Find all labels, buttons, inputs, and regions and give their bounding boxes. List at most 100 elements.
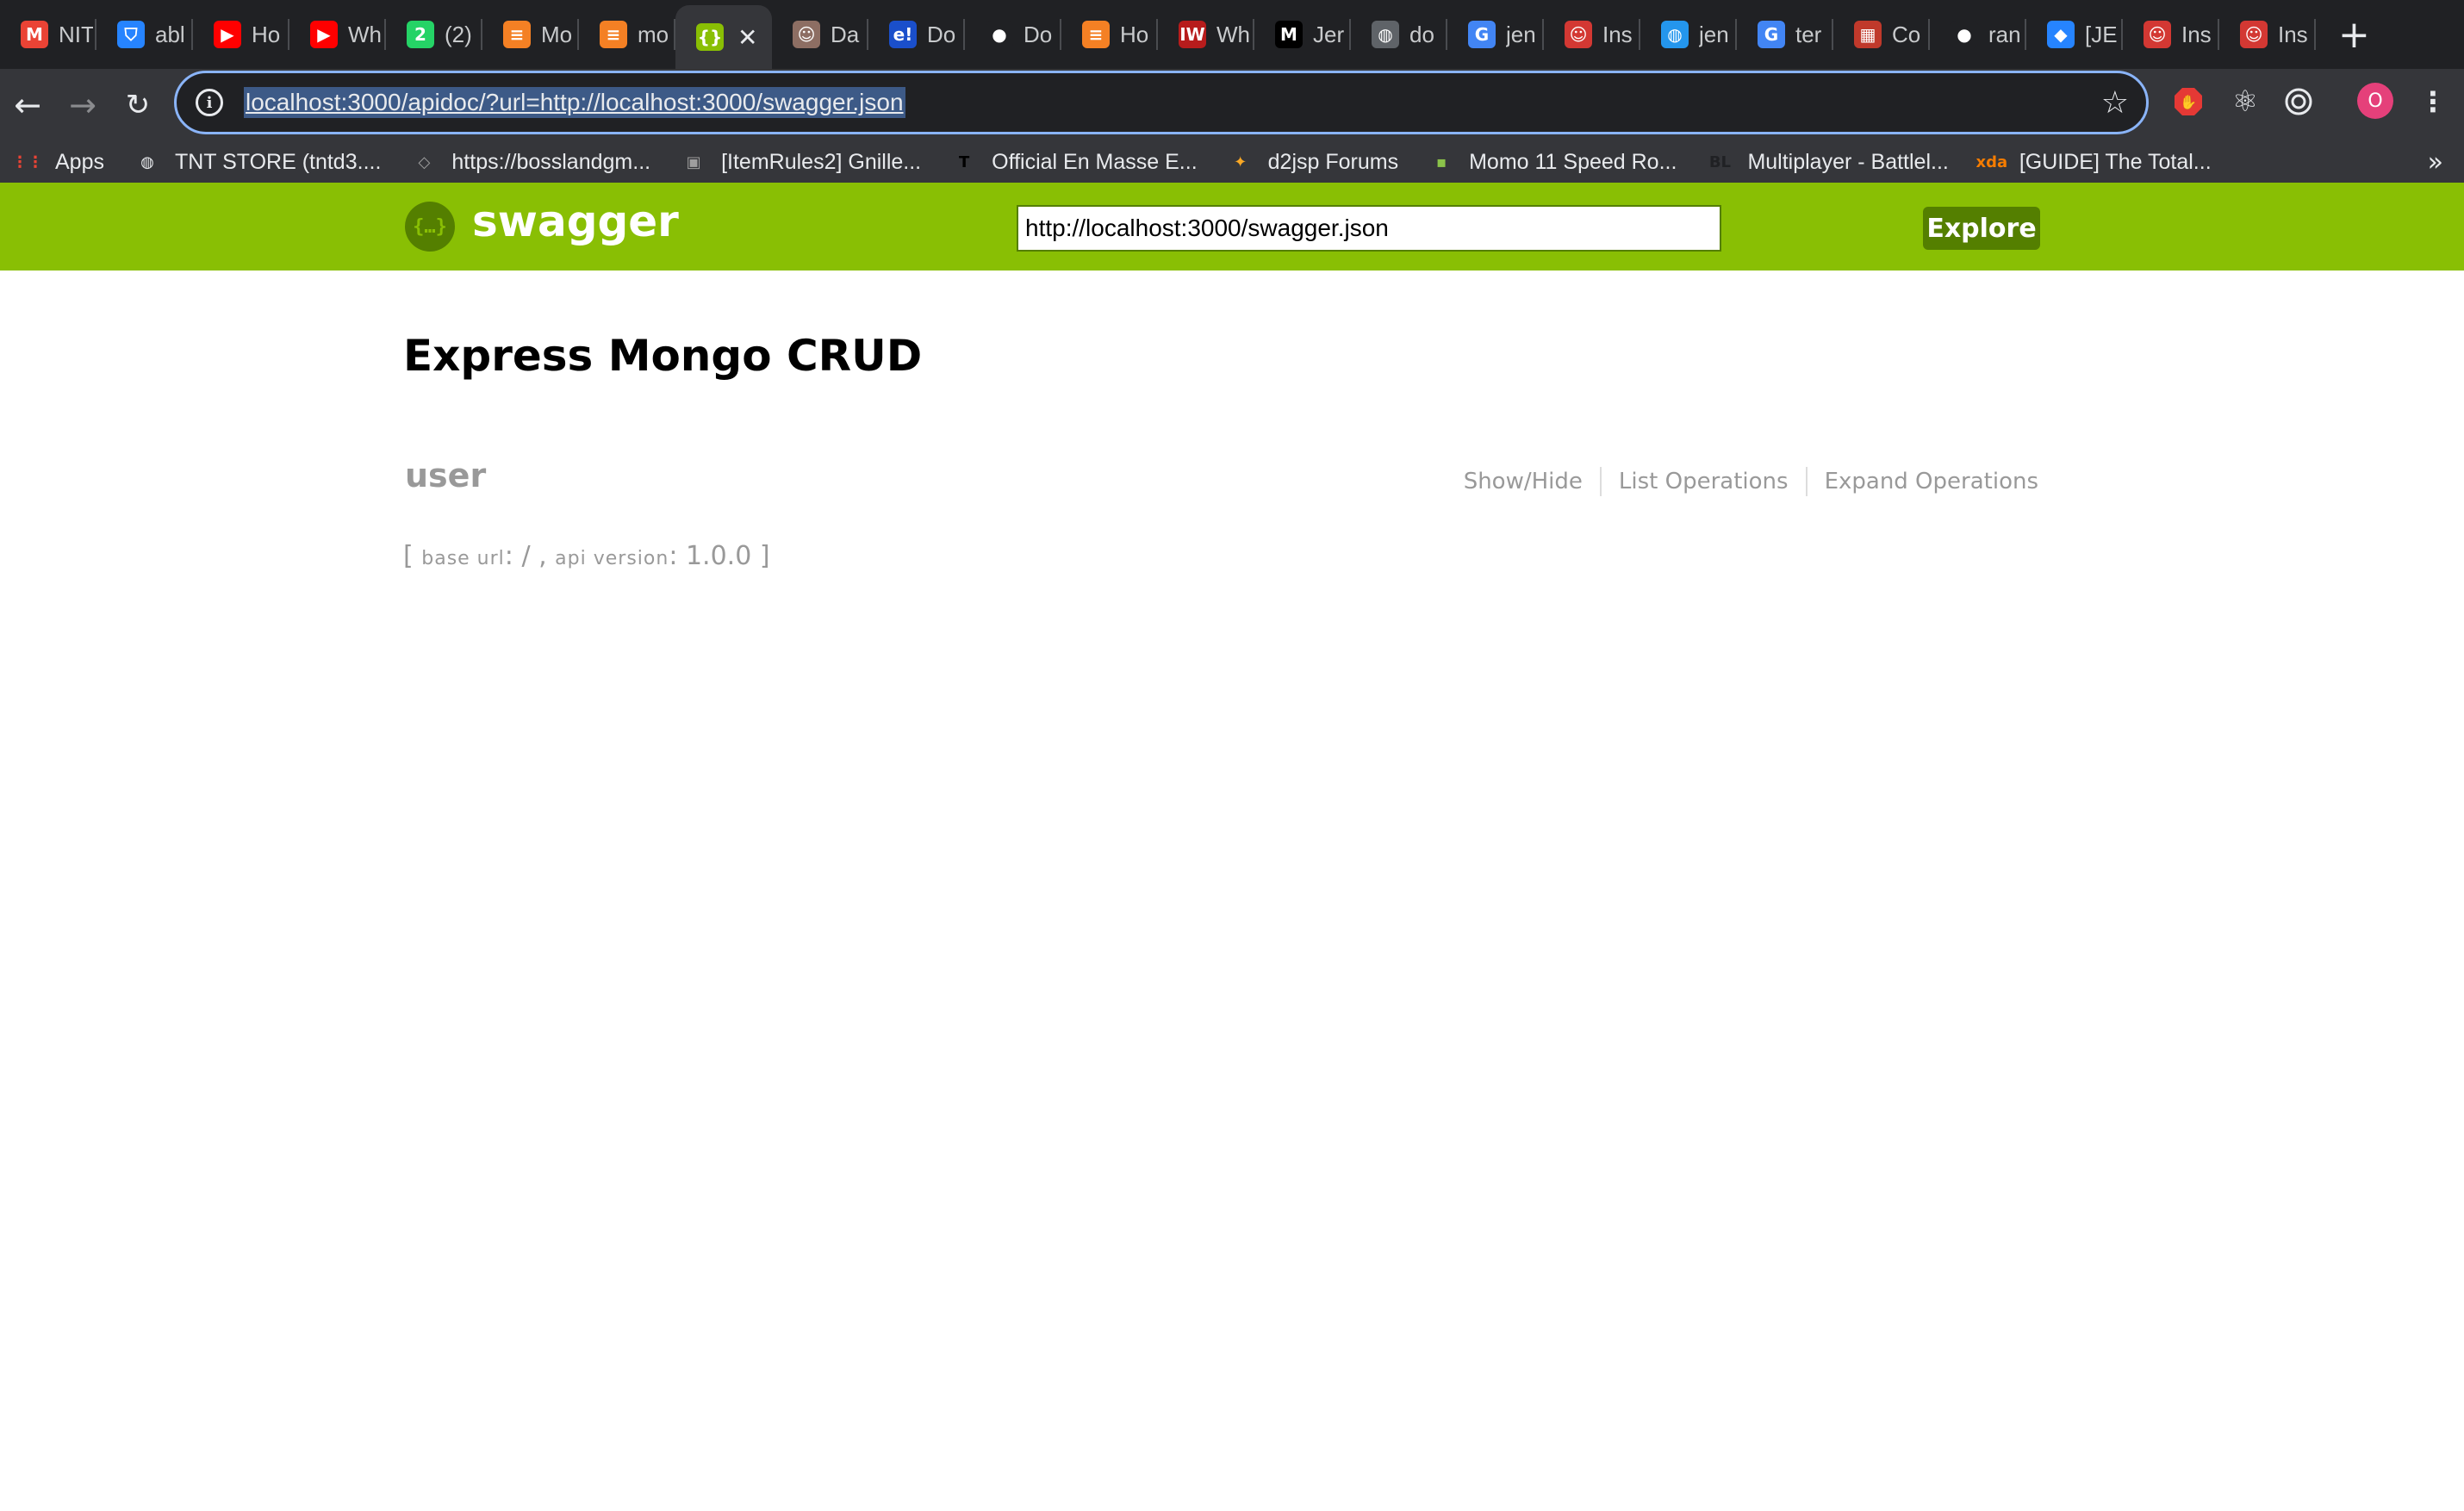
bookmark-item[interactable]: ◍ TNT STORE (tntd3.... [135, 150, 381, 175]
tab-title: NIT [59, 21, 93, 47]
browser-tab[interactable]: ● Do [965, 0, 1061, 69]
list-operations-link[interactable]: List Operations [1602, 469, 1806, 494]
expand-operations-link[interactable]: Expand Operations [1808, 469, 2038, 494]
avatar-icon: ☺ [793, 21, 820, 48]
browser-toolbar: ← → ↻ i localhost:3000/apidoc/?url=http:… [0, 69, 2464, 141]
browser-tab[interactable]: M Jer [1254, 0, 1351, 69]
adblock-extension-icon[interactable]: ✋ [2169, 83, 2207, 121]
swagger-logo-icon[interactable]: {…} [405, 202, 455, 252]
address-bar[interactable]: i localhost:3000/apidoc/?url=http://loca… [174, 71, 2149, 134]
browser-tab[interactable]: Gjen [1447, 0, 1544, 69]
momo-icon: ▪ [1435, 152, 1447, 171]
base-url-value: / [521, 541, 531, 571]
browser-tab[interactable]: ≡ Mo [482, 0, 579, 69]
tab-title: [JE [2085, 21, 2118, 47]
spec-url-input[interactable] [1017, 205, 1721, 252]
close-tab-icon[interactable]: ✕ [737, 23, 757, 52]
browser-tab[interactable]: ⛉ abl [96, 0, 193, 69]
bookmark-label: [GUIDE] The Total... [2019, 149, 2212, 174]
tab-title: Da [831, 21, 860, 47]
docker-icon: ◍ [1661, 21, 1689, 48]
browser-tab[interactable]: ▶ Wh [289, 0, 386, 69]
bookmark-label: TNT STORE (tntd3.... [174, 149, 382, 174]
browser-tab[interactable]: ☺ Da [772, 0, 868, 69]
jira-icon: ◆ [2047, 21, 2075, 48]
bookmark-star-icon[interactable]: ☆ [2101, 85, 2129, 121]
url-text[interactable]: localhost:3000/apidoc/?url=http://localh… [244, 87, 905, 118]
bookmark-label: https://bosslandgm... [451, 149, 651, 174]
browser-tab[interactable]: Gter [1737, 0, 1833, 69]
swagger-icon: {} [696, 23, 724, 51]
browser-tab[interactable]: ≡ Ho [1061, 0, 1158, 69]
bookmark-item[interactable]: ◇ https://bosslandgm... [412, 150, 650, 175]
browser-tab[interactable]: ● ran [1930, 0, 2026, 69]
bookmark-item[interactable]: ▣ [ItemRules2] Gnille... [681, 149, 922, 175]
profile-avatar[interactable]: O [2357, 83, 2393, 119]
tab-title: ran [1988, 21, 2021, 47]
tab-title: Wh [1216, 21, 1250, 47]
browser-tab[interactable]: ◍ do [1351, 0, 1447, 69]
bookmark-item[interactable]: ✦ d2jsp Forums [1229, 150, 1398, 175]
jenkins-icon: ☺ [2144, 21, 2171, 48]
bookmarks-bar: ⋮⋮ Apps ◍ TNT STORE (tntd3.... ◇ https://boss… [0, 141, 2464, 183]
explore-button[interactable]: Explore [1923, 207, 2040, 250]
browser-tab[interactable]: ▶ Ho [193, 0, 289, 69]
bookmark-label: d2jsp Forums [1267, 149, 1399, 174]
globe-icon: ◍ [140, 152, 154, 171]
forward-arrow-icon[interactable]: → [60, 83, 105, 127]
iw-icon: IW [1179, 21, 1206, 48]
squares-icon: ▦ [1854, 21, 1882, 48]
back-arrow-icon[interactable]: ← [5, 83, 50, 127]
bookmark-label: [ItemRules2] Gnille... [721, 149, 922, 174]
resource-options: Show/Hide List Operations Expand Operati… [1447, 467, 2038, 496]
google-icon: G [1758, 21, 1785, 48]
browser-tab[interactable]: ☺ Ins [2219, 0, 2316, 69]
bookmark-item[interactable]: T Official En Masse E... [952, 150, 1198, 175]
battlelog-icon: BL [1708, 152, 1732, 171]
bookmark-item[interactable]: ▪ Momo 11 Speed Ro... [1429, 150, 1677, 175]
svg-text:✋: ✋ [2180, 94, 2197, 110]
browser-tab[interactable]: ◆ [JE [2026, 0, 2123, 69]
show-hide-link[interactable]: Show/Hide [1447, 469, 1600, 494]
swagger-logo-text[interactable]: swagger [472, 196, 679, 246]
tab-active[interactable]: {} ✕ [675, 5, 772, 69]
tab-title: do [1409, 21, 1434, 47]
browser-tab[interactable]: ☺ Ins [2123, 0, 2219, 69]
tab-title: jen [1699, 21, 1729, 47]
bookmark-label: Official En Masse E... [992, 149, 1198, 174]
resource-name-user[interactable]: user [405, 457, 486, 494]
react-devtools-icon[interactable]: ⚛ [2226, 83, 2264, 121]
reload-icon[interactable]: ↻ [115, 83, 160, 127]
bookmark-item[interactable]: ⋮⋮ Apps [12, 150, 104, 175]
globe-icon: ◍ [1372, 21, 1399, 48]
menu-kebab-icon[interactable]: ⋮ [2414, 83, 2452, 121]
github-icon: ● [986, 21, 1013, 48]
tab-title: Ins [1602, 21, 1633, 47]
tab-title: mo [638, 21, 669, 47]
browser-tab[interactable]: 2 (2) [386, 0, 482, 69]
tab-title: (2) [445, 21, 472, 47]
site-info-icon[interactable]: i [196, 89, 223, 116]
tab-title: Ins [2278, 21, 2308, 47]
api-version-value: 1.0.0 [685, 541, 752, 571]
api-version-label: api version [555, 548, 669, 569]
browser-tab[interactable]: ≡ mo [579, 0, 675, 69]
browser-tab[interactable]: ☺ Ins [1544, 0, 1640, 69]
tab-strip: M NIT ⛉ abl ▶ Ho ▶ Wh 2 (2) ≡ Mo ≡ mo {} ✕ ☺ Da e! Do ● Do ≡ Ho… [0, 0, 2464, 69]
medium-icon: M [1275, 21, 1303, 48]
bookmarks-overflow-icon[interactable]: » [2428, 147, 2443, 177]
browser-tab[interactable]: e! Do [868, 0, 965, 69]
bookmark-item[interactable]: xda [GUIDE] The Total... [1976, 149, 2212, 175]
browser-tab[interactable]: IW Wh [1158, 0, 1254, 69]
bookmark-item[interactable]: BL Multiplayer - Battlel... [1708, 150, 1949, 175]
browser-tab[interactable]: M NIT [0, 0, 96, 69]
tab-title: Wh [348, 21, 382, 47]
tab-title: abl [155, 21, 185, 47]
browser-tab[interactable]: ◍ jen [1640, 0, 1737, 69]
target-extension-icon[interactable] [2280, 83, 2318, 121]
bookmark-label: Momo 11 Speed Ro... [1469, 149, 1677, 174]
browser-tab[interactable]: ▦ Co [1833, 0, 1930, 69]
d2jsp-icon: ✦ [1234, 152, 1248, 171]
new-tab-icon[interactable]: + [2338, 13, 2370, 57]
thumbnail-icon: ▣ [686, 152, 701, 171]
